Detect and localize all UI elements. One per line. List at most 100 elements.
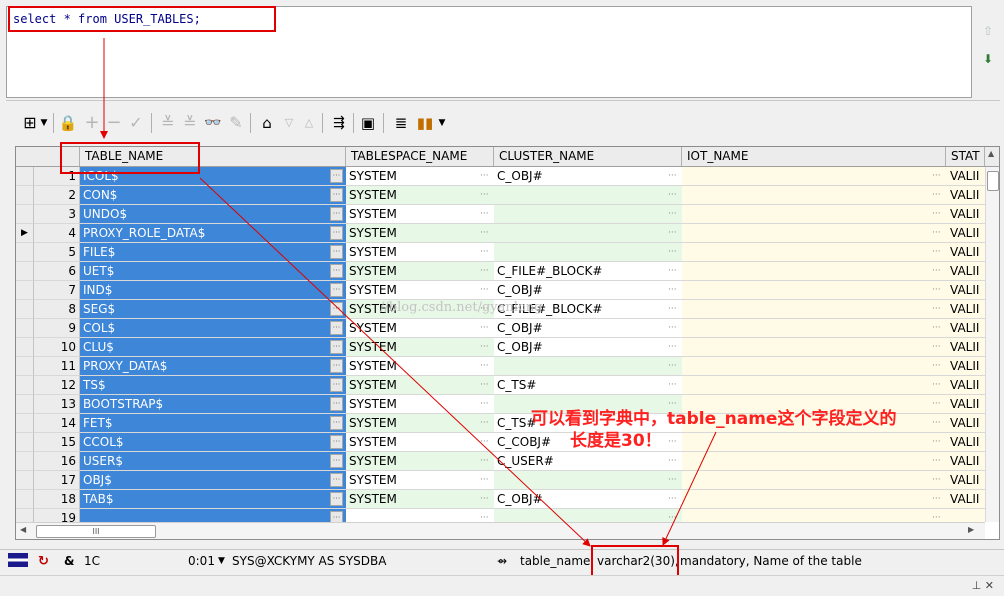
cell-tablespace-name[interactable]: SYSTEM ··· — [346, 243, 494, 262]
cell-status[interactable]: VALII — [946, 186, 986, 205]
cell-ellipsis-button[interactable]: ··· — [330, 511, 343, 522]
cell-ellipsis-button[interactable]: ··· — [668, 224, 677, 242]
cell-status[interactable]: VALII — [946, 452, 986, 471]
cell-tablespace-name[interactable]: SYSTEM ··· — [346, 167, 494, 186]
table-row[interactable]: 16 USER$ ··· SYSTEM ··· C_USER# ··· ··· VALII — [16, 452, 986, 471]
binoculars-icon[interactable]: 👓 — [202, 112, 224, 134]
table-row[interactable]: 12 TS$ ··· SYSTEM ··· C_TS# ··· ··· VALII — [16, 376, 986, 395]
cell-cluster-name[interactable]: ··· — [494, 186, 682, 205]
cell-ellipsis-button[interactable]: ··· — [330, 435, 343, 449]
cell-iot-name[interactable]: ··· — [682, 338, 946, 357]
cell-cluster-name[interactable]: ··· — [494, 357, 682, 376]
cell-tablespace-name[interactable]: ··· — [346, 509, 494, 522]
cell-table-name[interactable]: CCOL$ ··· — [80, 433, 346, 452]
cell-iot-name[interactable]: ··· — [682, 224, 946, 243]
cell-ellipsis-button[interactable]: ··· — [480, 281, 489, 299]
cell-tablespace-name[interactable]: SYSTEM ··· — [346, 319, 494, 338]
cell-iot-name[interactable]: ··· — [682, 205, 946, 224]
cell-ellipsis-button[interactable]: ··· — [668, 205, 677, 223]
table-row[interactable]: 10 CLU$ ··· SYSTEM ··· C_OBJ# ··· ··· VALII — [16, 338, 986, 357]
cell-tablespace-name[interactable]: SYSTEM ··· — [346, 281, 494, 300]
dropdown-arrow-icon[interactable]: ▼ — [437, 112, 447, 134]
cell-tablespace-name[interactable]: SYSTEM ··· — [346, 395, 494, 414]
cell-ellipsis-button[interactable]: ··· — [932, 186, 941, 204]
connection-dropdown-icon[interactable]: ▼ — [218, 556, 225, 566]
cell-ellipsis-button[interactable]: ··· — [668, 471, 677, 489]
cell-ellipsis-button[interactable]: ··· — [480, 338, 489, 356]
eraser-icon[interactable]: ✎ — [226, 112, 246, 134]
scroll-up-arrow-icon[interactable]: ▲ — [988, 149, 994, 158]
home-query-icon[interactable]: ⌂ — [256, 112, 278, 134]
cell-ellipsis-button[interactable]: ··· — [932, 376, 941, 394]
cell-ellipsis-button[interactable]: ··· — [480, 300, 489, 318]
cell-tablespace-name[interactable]: SYSTEM ··· — [346, 376, 494, 395]
cell-ellipsis-button[interactable]: ··· — [330, 340, 343, 354]
link-export-icon[interactable]: ⇶ — [328, 112, 350, 134]
cell-ellipsis-button[interactable]: ··· — [668, 319, 677, 337]
column-header-status[interactable]: STAT — [946, 147, 985, 166]
scroll-up-icon[interactable]: ⇧ — [980, 22, 996, 40]
cell-ellipsis-button[interactable]: ··· — [932, 452, 941, 470]
cell-status[interactable]: VALII — [946, 224, 986, 243]
cell-tablespace-name[interactable]: SYSTEM ··· — [346, 433, 494, 452]
remove-icon[interactable]: − — [104, 112, 124, 134]
cell-cluster-name[interactable]: ··· — [494, 224, 682, 243]
cell-status[interactable]: VALII — [946, 300, 986, 319]
cell-ellipsis-button[interactable]: ··· — [932, 167, 941, 185]
cell-tablespace-name[interactable]: SYSTEM ··· — [346, 338, 494, 357]
cell-tablespace-name[interactable]: SYSTEM ··· — [346, 224, 494, 243]
vertical-scroll-thumb[interactable] — [987, 171, 999, 191]
table-row[interactable]: ▶ 4 PROXY_ROLE_DATA$ ··· SYSTEM ··· ··· ··· VALI… — [16, 224, 986, 243]
cell-table-name[interactable]: IND$ ··· — [80, 281, 346, 300]
cell-ellipsis-button[interactable]: ··· — [480, 376, 489, 394]
table-row[interactable]: 7 IND$ ··· SYSTEM ··· C_OBJ# ··· ··· VALII — [16, 281, 986, 300]
cell-ellipsis-button[interactable]: ··· — [932, 490, 941, 508]
cell-ellipsis-button[interactable]: ··· — [480, 452, 489, 470]
cell-table-name[interactable]: BOOTSTRAP$ ··· — [80, 395, 346, 414]
cell-ellipsis-button[interactable]: ··· — [480, 414, 489, 432]
cell-cluster-name[interactable]: ··· — [494, 471, 682, 490]
cell-ellipsis-button[interactable]: ··· — [330, 454, 343, 468]
cell-ellipsis-button[interactable]: ··· — [668, 357, 677, 375]
cell-tablespace-name[interactable]: SYSTEM ··· — [346, 300, 494, 319]
cell-ellipsis-button[interactable]: ··· — [480, 224, 489, 242]
scroll-left-arrow-icon[interactable]: ◀ — [20, 525, 26, 534]
cell-ellipsis-button[interactable]: ··· — [330, 492, 343, 506]
table-row[interactable]: 19 ··· ··· ··· ··· — [16, 509, 986, 522]
cell-ellipsis-button[interactable]: ··· — [480, 357, 489, 375]
connection-label[interactable]: SYS@XCKYMY AS SYSDBA — [232, 554, 386, 568]
cell-ellipsis-button[interactable]: ··· — [480, 243, 489, 261]
filter-down-alt-icon[interactable]: ≚ — [180, 112, 200, 134]
cell-table-name[interactable]: UET$ ··· — [80, 262, 346, 281]
cell-ellipsis-button[interactable]: ··· — [330, 264, 343, 278]
cell-iot-name[interactable]: ··· — [682, 471, 946, 490]
cell-ellipsis-button[interactable]: ··· — [668, 281, 677, 299]
cell-cluster-name[interactable]: C_OBJ# ··· — [494, 338, 682, 357]
cell-ellipsis-button[interactable]: ··· — [932, 262, 941, 280]
cell-status[interactable] — [946, 509, 986, 522]
cell-cluster-name[interactable]: ··· — [494, 205, 682, 224]
cell-iot-name[interactable]: ··· — [682, 376, 946, 395]
cell-ellipsis-button[interactable]: ··· — [932, 509, 941, 522]
cell-ellipsis-button[interactable]: ··· — [330, 207, 343, 221]
table-row[interactable]: 2 CON$ ··· SYSTEM ··· ··· ··· VALII — [16, 186, 986, 205]
cell-table-name[interactable]: COL$ ··· — [80, 319, 346, 338]
cell-status[interactable]: VALII — [946, 167, 986, 186]
cell-table-name[interactable]: USER$ ··· — [80, 452, 346, 471]
cell-ellipsis-button[interactable]: ··· — [330, 321, 343, 335]
column-header-iot-name[interactable]: IOT_NAME — [682, 147, 946, 166]
cell-ellipsis-button[interactable]: ··· — [330, 226, 343, 240]
cell-tablespace-name[interactable]: SYSTEM ··· — [346, 471, 494, 490]
cell-table-name[interactable]: PROXY_ROLE_DATA$ ··· — [80, 224, 346, 243]
cell-ellipsis-button[interactable]: ··· — [932, 281, 941, 299]
cell-ellipsis-button[interactable]: ··· — [668, 243, 677, 261]
column-header-cluster-name[interactable]: CLUSTER_NAME — [494, 147, 682, 166]
cell-cluster-name[interactable]: ··· — [494, 509, 682, 522]
cell-status[interactable]: VALII — [946, 490, 986, 509]
cell-ellipsis-button[interactable]: ··· — [932, 300, 941, 318]
cell-iot-name[interactable]: ··· — [682, 509, 946, 522]
table-row[interactable]: 3 UNDO$ ··· SYSTEM ··· ··· ··· VALII — [16, 205, 986, 224]
cell-iot-name[interactable]: ··· — [682, 300, 946, 319]
cell-iot-name[interactable]: ··· — [682, 186, 946, 205]
table-row[interactable]: 9 COL$ ··· SYSTEM ··· C_OBJ# ··· ··· VALII — [16, 319, 986, 338]
